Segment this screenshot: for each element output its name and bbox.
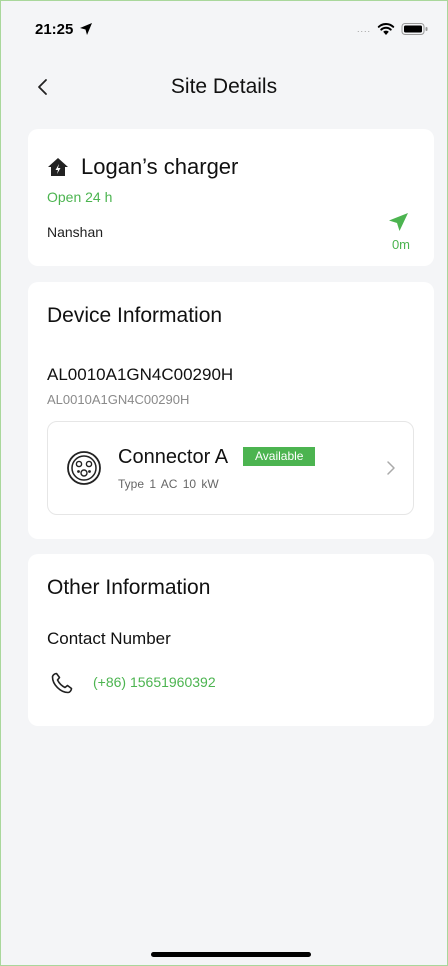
type1-plug-icon (67, 451, 101, 485)
status-left: 21:25 (35, 21, 93, 38)
device-section-title: Device Information (47, 304, 223, 327)
other-info-card: Other Information Contact Number (+86) 1… (28, 554, 434, 726)
page-title: Site Details (170, 75, 278, 98)
home-charger-icon (48, 158, 68, 176)
signal-dots: .... (356, 24, 371, 34)
contact-label: Contact Number (47, 629, 171, 648)
device-id: AL0010A1GN4C00290H (47, 365, 234, 384)
phone-number-link[interactable]: (+86) 15651960392 (93, 674, 216, 690)
status-badge: Available (243, 447, 316, 466)
status-time: 21:25 (35, 20, 74, 38)
wifi-icon (377, 22, 395, 35)
connector-name: Connector A (118, 446, 229, 468)
nav-bar: Site Details (1, 59, 447, 115)
chevron-left-icon (38, 79, 47, 95)
phone-icon[interactable] (50, 671, 74, 695)
site-name: Logan’s charger (81, 154, 239, 179)
other-section-title: Other Information (47, 576, 211, 599)
open-hours: Open 24 h (47, 189, 113, 205)
location-arrow-icon (80, 23, 93, 35)
navigate-arrow-icon[interactable] (387, 211, 409, 233)
battery-icon (401, 23, 428, 35)
status-right: .... (357, 22, 429, 36)
device-info-card: Device Information AL0010A1GN4C00290H AL… (28, 282, 434, 539)
chevron-right-icon (387, 461, 395, 475)
connector-a-row[interactable]: Connector A Available Type 1 AC 10 kW (47, 421, 414, 515)
connector-specs: Type 1 AC 10 kW (118, 477, 219, 491)
site-distance: 0m (391, 237, 410, 252)
app-screen: 21:25 .... Site Details Logan’s charger … (0, 0, 448, 966)
status-bar: 21:25 .... (1, 1, 447, 57)
home-indicator (151, 952, 311, 957)
back-button[interactable] (31, 75, 55, 99)
site-district: Nanshan (47, 224, 104, 240)
site-name-row: Logan’s charger (47, 154, 238, 180)
device-id-sub: AL0010A1GN4C00290H (47, 392, 190, 407)
site-card: Logan’s charger Open 24 h Nanshan 0m (28, 129, 434, 266)
